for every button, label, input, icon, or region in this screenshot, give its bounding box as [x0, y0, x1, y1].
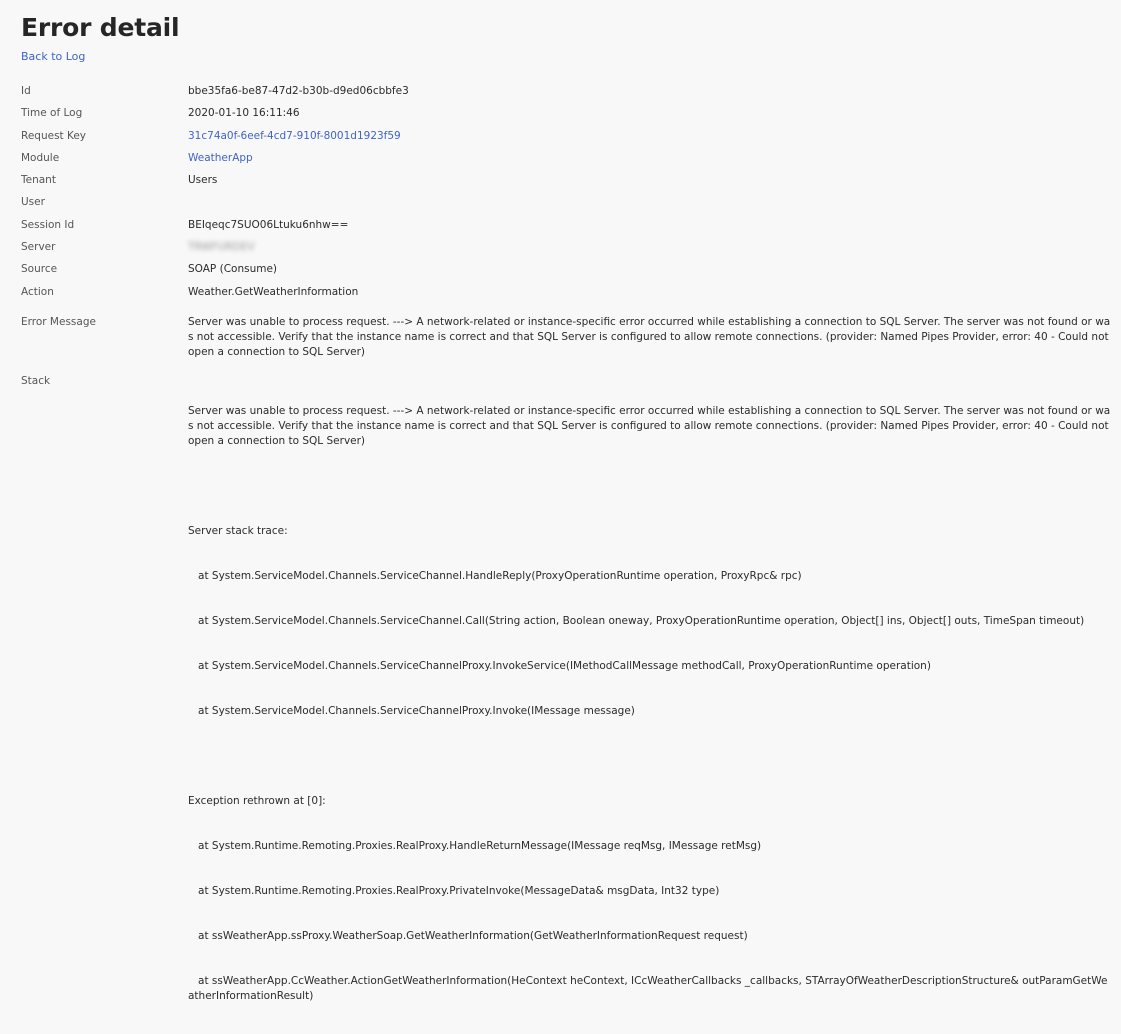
module-link[interactable]: WeatherApp — [188, 151, 1113, 166]
session-id-value: BEIqeqc7SUO06Ltuku6nhw== — [188, 218, 349, 231]
detail-label: Id — [21, 85, 31, 97]
exception-rethrown-header: Exception rethrown at [0]: — [188, 794, 326, 807]
action-value: Weather.GetWeatherInformation — [188, 285, 359, 298]
detail-label: Request Key — [21, 129, 87, 142]
stack-frame: at System.Runtime.Remoting.Proxies.RealP… — [188, 839, 762, 852]
detail-label: Action — [21, 285, 54, 298]
back-to-log-link[interactable]: Back to Log — [21, 49, 85, 64]
stack-frame: at ssWeatherApp.CcWeather.ActionGetWeath… — [188, 974, 1108, 1002]
stack-frame: at System.ServiceModel.Channels.ServiceC… — [188, 569, 802, 582]
tenant-value: Users — [188, 174, 218, 187]
detail-label: User — [21, 196, 45, 209]
page-title: Error detail — [21, 13, 180, 42]
detail-label: Server — [21, 241, 56, 254]
detail-row-module: Module WeatherApp — [21, 151, 1113, 173]
time-of-log-value: 2020-01-10 16:11:46 — [188, 107, 300, 120]
detail-row-request-key: Request Key 31c74a0f-6eef-4cd7-910f-8001… — [21, 129, 1113, 151]
detail-label: Tenant — [21, 174, 56, 187]
id-value: bbe35fa6-be87-47d2-b30b-d9ed06cbbfe3 — [188, 85, 409, 97]
detail-label: Session Id — [21, 218, 75, 231]
stack-frame: at System.ServiceModel.Channels.ServiceC… — [188, 704, 635, 717]
detail-label: Source — [21, 263, 58, 276]
detail-row-id: Id bbe35fa6-be87-47d2-b30b-d9ed06cbbfe3 — [21, 84, 1113, 106]
detail-label: Error Message — [21, 315, 96, 328]
detail-row-error-message: Error Message Server was unable to proce… — [21, 315, 1113, 374]
stack-intro: Server was unable to process request. --… — [188, 404, 1112, 447]
server-value-redacted: TRWFURDEV — [188, 241, 255, 254]
detail-label: Module — [21, 151, 60, 164]
error-message-value: Server was unable to process request. --… — [188, 315, 1111, 358]
detail-row-action: Action Weather.GetWeatherInformation — [21, 285, 1113, 307]
detail-label: Stack — [21, 374, 51, 387]
detail-row-user: User — [21, 195, 1113, 217]
detail-table: Id bbe35fa6-be87-47d2-b30b-d9ed06cbbfe3 … — [21, 84, 1113, 1034]
detail-label: Time of Log — [21, 107, 83, 120]
detail-row-source: Source SOAP (Consume) — [21, 262, 1113, 284]
stack-trace-value: Server was unable to process request. --… — [188, 374, 1113, 1034]
detail-row-session-id: Session Id BEIqeqc7SUO06Ltuku6nhw== — [21, 218, 1113, 240]
stack-frame: at System.Runtime.Remoting.Proxies.RealP… — [188, 884, 720, 897]
stack-frame: at System.ServiceModel.Channels.ServiceC… — [188, 659, 931, 672]
stack-frame: at ssWeatherApp.ssProxy.WeatherSoap.GetW… — [188, 929, 748, 942]
request-key-link[interactable]: 31c74a0f-6eef-4cd7-910f-8001d1923f59 — [188, 129, 1113, 144]
detail-row-tenant: Tenant Users — [21, 173, 1113, 195]
source-value: SOAP (Consume) — [188, 263, 278, 276]
stack-frame: at System.ServiceModel.Channels.ServiceC… — [188, 614, 1085, 627]
detail-row-time: Time of Log 2020-01-10 16:11:46 — [21, 106, 1113, 128]
server-stack-trace-header: Server stack trace: — [188, 524, 288, 537]
detail-row-stack: Stack Server was unable to process reque… — [21, 374, 1113, 1034]
detail-row-server: Server TRWFURDEV — [21, 240, 1113, 262]
